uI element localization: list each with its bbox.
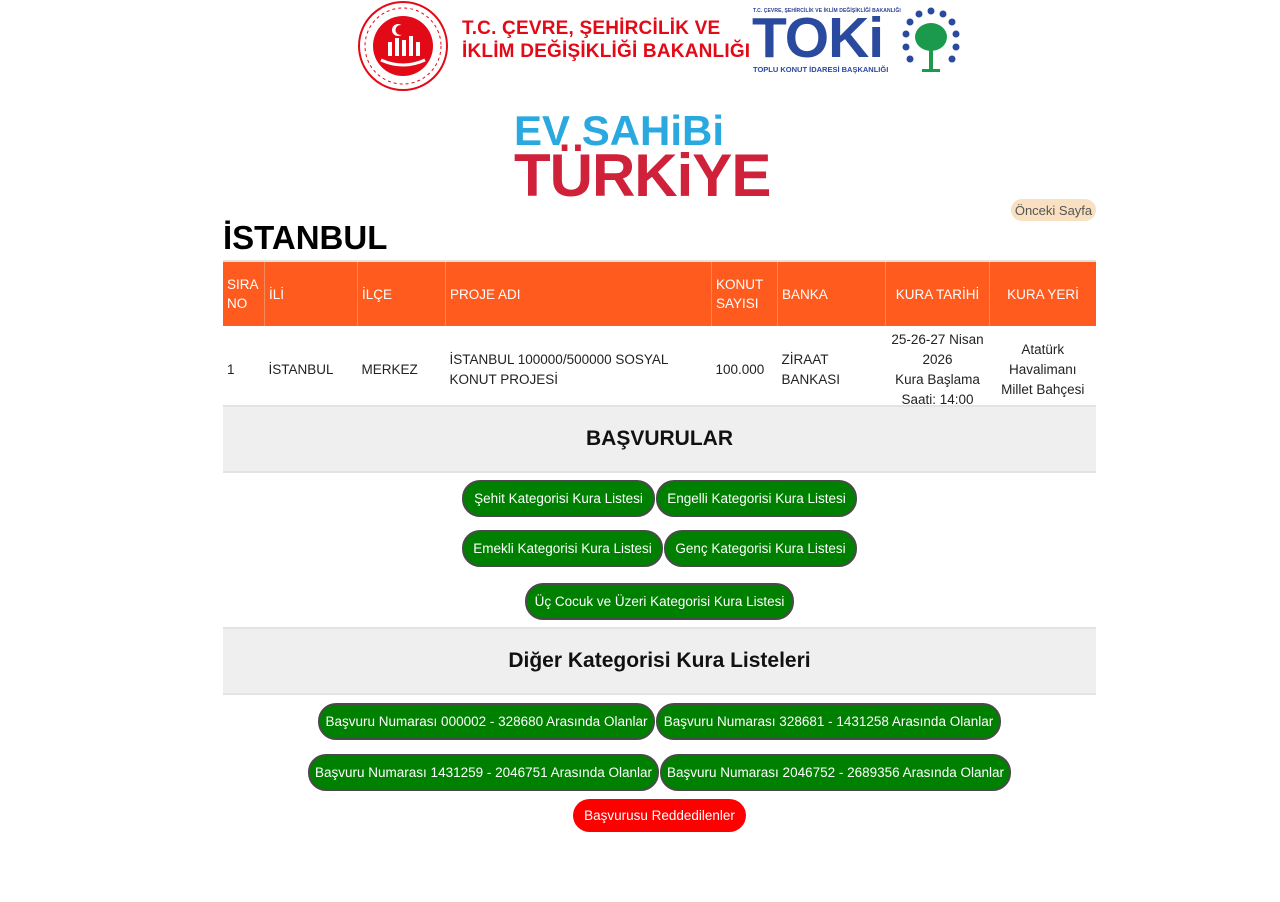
header: T.C. ÇEVRE, ŞEHİRCİLİK VE İKLİM DEĞİŞİKL… — [0, 0, 1280, 100]
genc-list-button[interactable]: Genç Kategorisi Kura Listesi — [664, 530, 857, 567]
col-sira-no: SIRA NO — [223, 260, 265, 326]
page-title: İSTANBUL — [223, 219, 388, 256]
basvurular-title: BAŞVURULAR — [586, 427, 733, 450]
table-row: 1 İSTANBUL MERKEZ İSTANBUL 100000/500000… — [223, 326, 1096, 416]
diger-section-header: Diğer Kategorisi Kura Listeleri — [223, 627, 1096, 695]
diger-title: Diğer Kategorisi Kura Listeleri — [508, 649, 811, 672]
col-ilce: İLÇE — [357, 260, 446, 326]
ministry-line2: İKLİM DEĞİŞİKLİĞİ BAKANLIĞI — [462, 41, 751, 62]
col-banka: BANKA — [777, 260, 886, 326]
lottery-table: SIRA NO İLİ İLÇE PROJE ADI KONUT SAYISI … — [223, 260, 1096, 416]
col-konut-sayisi: KONUT SAYISI — [711, 260, 778, 326]
sehit-list-button[interactable]: Şehit Kategorisi Kura Listesi — [462, 480, 655, 517]
cell-konut: 100.000 — [711, 326, 778, 416]
ministry-name: T.C. ÇEVRE, ŞEHİRCİLİK VE İKLİM DEĞİŞİKL… — [462, 17, 750, 63]
rejected-button[interactable]: Başvurusu Reddedilenler — [573, 799, 746, 832]
ministry-seal-icon — [358, 1, 448, 91]
cell-tarih-date: 25-26-27 Nisan 2026 — [891, 332, 984, 367]
table-header-row: SIRA NO İLİ İLÇE PROJE ADI KONUT SAYISI … — [223, 260, 1096, 326]
range-2-button[interactable]: Başvuru Numarası 328681 - 1431258 Arasın… — [656, 703, 1001, 740]
cell-tarih-time: Kura Başlama Saati: 14:00 — [895, 372, 980, 407]
cell-sira: 1 — [223, 326, 265, 416]
cell-ilce: MERKEZ — [357, 326, 446, 416]
campaign-line2: TÜRKiYE — [514, 142, 771, 209]
col-il: İLİ — [264, 260, 358, 326]
toki-tree-icon — [902, 7, 960, 72]
range-4-button[interactable]: Başvuru Numarası 2046752 - 2689356 Arası… — [660, 754, 1011, 791]
previous-page-button[interactable]: Önceki Sayfa — [1011, 199, 1096, 221]
toki-subtitle: TOPLU KONUT İDARESİ BAŞKANLIĞI — [753, 65, 889, 74]
range-3-button[interactable]: Başvuru Numarası 1431259 - 2046751 Arası… — [308, 754, 659, 791]
cell-il: İSTANBUL — [264, 326, 358, 416]
range-1-button[interactable]: Başvuru Numarası 000002 - 328680 Arasınd… — [318, 703, 655, 740]
cell-banka: ZİRAAT BANKASI — [777, 326, 886, 416]
basvurular-section-header: BAŞVURULAR — [223, 405, 1096, 473]
cell-proje: İSTANBUL 100000/500000 SOSYAL KONUT PROJ… — [445, 326, 712, 416]
emekli-list-button[interactable]: Emekli Kategorisi Kura Listesi — [462, 530, 663, 567]
toki-logo-text: TOKi — [752, 6, 884, 70]
col-proje-adi: PROJE ADI — [445, 260, 712, 326]
engelli-list-button[interactable]: Engelli Kategorisi Kura Listesi — [656, 480, 857, 517]
ministry-line1: T.C. ÇEVRE, ŞEHİRCİLİK VE — [462, 18, 721, 39]
col-kura-yeri: KURA YERİ — [989, 260, 1096, 326]
uc-cocuk-list-button[interactable]: Üç Cocuk ve Üzeri Kategorisi Kura Listes… — [525, 583, 794, 620]
cell-yer: Atatürk Havalimanı Millet Bahçesi — [989, 326, 1096, 416]
col-kura-tarihi: KURA TARİHİ — [885, 260, 990, 326]
cell-tarih: 25-26-27 Nisan 2026 Kura Başlama Saati: … — [885, 326, 990, 416]
